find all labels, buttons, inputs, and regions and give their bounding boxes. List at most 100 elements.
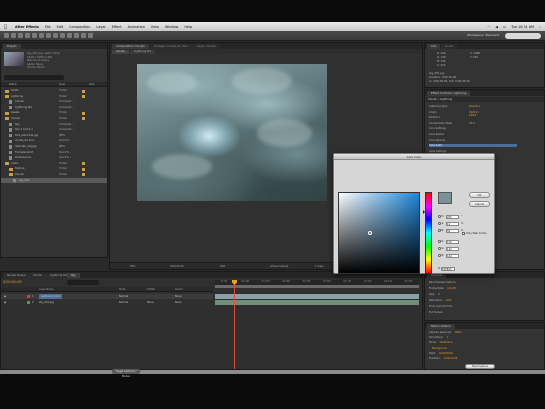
tab-timeline-sky[interactable]: Sky <box>67 273 80 278</box>
color-value-input[interactable]: 142 <box>446 246 459 251</box>
motion-option[interactable]: Start: 0;00;00;00 <box>429 352 453 355</box>
preview-option[interactable]: From Current Time <box>429 305 455 308</box>
color-cursor[interactable] <box>368 231 372 235</box>
motion-option[interactable]: Background <box>429 347 447 350</box>
visibility-eye-icon[interactable]: ◉ <box>4 294 6 299</box>
brush-tool-icon[interactable] <box>67 33 72 38</box>
motion-option-value[interactable]: 100% <box>454 331 461 334</box>
puppet-tool-icon[interactable] <box>88 33 93 38</box>
menu-view[interactable]: View <box>151 25 159 29</box>
motion-option-value[interactable]: 1 <box>446 336 448 339</box>
color-value-input[interactable]: 205 <box>446 214 459 219</box>
layer-label-color[interactable] <box>27 294 30 298</box>
label-swatch[interactable] <box>82 162 85 166</box>
selection-tool-icon[interactable] <box>4 33 9 38</box>
wifi-icon[interactable]: ◠ <box>487 25 490 29</box>
timecode-display[interactable]: 0;00;01;05 <box>170 263 184 270</box>
motion-option[interactable]: Capture speed at: 100% <box>429 331 462 334</box>
preview-option[interactable]: Full Screen <box>429 311 446 314</box>
hue-slider[interactable] <box>423 192 432 274</box>
label-swatch[interactable] <box>82 167 85 171</box>
layer-mode-dropdown[interactable]: Normal <box>119 294 128 299</box>
menu-file[interactable]: File <box>45 25 51 29</box>
col-trkmat[interactable]: TrkMat <box>147 287 155 292</box>
tab-effect-controls[interactable]: Effect Controls: Lightning <box>427 91 471 96</box>
color-value-input[interactable]: 149 <box>446 253 459 258</box>
menubar-clock[interactable]: Tue 10:31 AM <box>511 25 534 29</box>
menu-window[interactable]: Window <box>165 25 178 29</box>
camera-dropdown[interactable]: Active Camera <box>270 263 288 270</box>
effect-property-value[interactable]: Direction <box>469 105 480 108</box>
tab-project[interactable]: Project <box>3 44 21 49</box>
clone-tool-icon[interactable] <box>74 33 79 38</box>
col-mode[interactable]: Mode <box>119 287 126 292</box>
motion-option-value[interactable]: Background <box>432 347 447 350</box>
col-type[interactable]: Type <box>59 82 65 87</box>
menu-effect[interactable]: Effect <box>112 25 122 29</box>
type-tool-icon[interactable] <box>60 33 65 38</box>
camera-tool-icon[interactable] <box>32 33 37 38</box>
layer-name[interactable]: sky_001.jpg <box>39 300 54 305</box>
effect-property[interactable]: Conductivity State 10.0 <box>429 122 475 125</box>
motion-option[interactable]: Smoothing: 1 <box>429 336 448 339</box>
effect-property[interactable]: Direction <box>429 116 440 119</box>
layer-trkmat-dropdown[interactable]: None <box>147 300 154 305</box>
zoom-tool-icon[interactable] <box>18 33 23 38</box>
color-value-input[interactable]: 58 <box>446 228 459 233</box>
project-search-input[interactable] <box>4 75 64 80</box>
color-value-input[interactable]: 130 <box>446 239 459 244</box>
col-layer-name[interactable]: Layer Name <box>39 287 53 292</box>
label-swatch[interactable] <box>82 173 85 177</box>
effect-property[interactable]: Core Radius <box>429 133 444 136</box>
motion-option-value[interactable]: 0;00;00;00 <box>439 352 453 355</box>
apple-icon[interactable]:  <box>4 24 7 30</box>
layer-label-color[interactable] <box>27 300 30 304</box>
layer-mode-dropdown[interactable]: Normal <box>119 300 128 305</box>
visibility-eye-icon[interactable]: ◉ <box>4 300 6 305</box>
tab-info[interactable]: Info <box>427 44 441 49</box>
web-colors-checkbox[interactable] <box>462 232 465 236</box>
mask-tool-icon[interactable] <box>46 33 51 38</box>
motion-option-value[interactable]: 0;00;10;00 <box>444 357 458 360</box>
cancel-button[interactable]: Cancel <box>469 201 490 207</box>
preview-option-value[interactable]: 0 <box>438 293 440 296</box>
layer-parent-dropdown[interactable]: None <box>175 300 182 305</box>
effect-property[interactable]: Lightning Type Direction <box>429 105 480 108</box>
ok-button[interactable]: OK <box>469 192 490 198</box>
preview-option-value[interactable]: (29.97) <box>447 287 456 290</box>
spotlight-icon[interactable]: ⌕ <box>539 25 541 29</box>
effect-property-value[interactable]: 1024.0, 168.0 <box>469 111 479 117</box>
workspace-label[interactable]: Workspace: Standard <box>467 33 499 37</box>
help-search-input[interactable] <box>505 33 541 39</box>
volume-icon[interactable]: ◀ <box>495 25 498 29</box>
project-item[interactable]: sky_001 <box>1 177 107 184</box>
label-swatch[interactable] <box>82 89 85 93</box>
composition-canvas[interactable] <box>137 64 327 201</box>
effect-property-value[interactable]: 10.0 <box>469 122 475 125</box>
hue-slider-arrow[interactable] <box>423 210 425 214</box>
menu-animation[interactable]: Animation <box>128 25 145 29</box>
menu-layer[interactable]: Layer <box>96 25 105 29</box>
layer-duration-bar[interactable] <box>215 294 419 299</box>
motion-option[interactable]: Duration: 0;00;10;00 <box>429 357 457 360</box>
toggle-switches-button[interactable]: Toggle Switches / Modes <box>112 369 140 378</box>
eraser-tool-icon[interactable] <box>81 33 86 38</box>
col-name[interactable]: Name <box>9 82 17 87</box>
effect-property[interactable]: Core Color <box>429 144 517 148</box>
preview-option[interactable]: Frame Rate: (29.97) <box>429 287 456 290</box>
col-size[interactable]: Size <box>89 82 94 87</box>
preview-option[interactable]: Skip: 0 <box>429 293 440 296</box>
layer-parent-dropdown[interactable]: None <box>175 294 182 299</box>
effect-property[interactable]: Core Settings <box>429 127 446 130</box>
tab-render-queue[interactable]: Render Queue <box>3 273 30 278</box>
timeline-layer-row[interactable]: ◉ 2 sky_001.jpg Normal None None <box>1 300 213 305</box>
layer-duration-bar[interactable] <box>215 300 419 305</box>
resolution-dropdown[interactable]: Half <box>220 263 225 270</box>
col-parent[interactable]: Parent <box>175 287 183 292</box>
menu-edit[interactable]: Edit <box>57 25 64 29</box>
timeline-layer-row[interactable]: ◉ 1 Lightning Solid Normal None <box>1 294 213 299</box>
label-swatch[interactable] <box>82 111 85 115</box>
hand-tool-icon[interactable] <box>11 33 16 38</box>
label-swatch[interactable] <box>82 117 85 121</box>
views-dropdown[interactable]: 1 View <box>315 263 323 270</box>
